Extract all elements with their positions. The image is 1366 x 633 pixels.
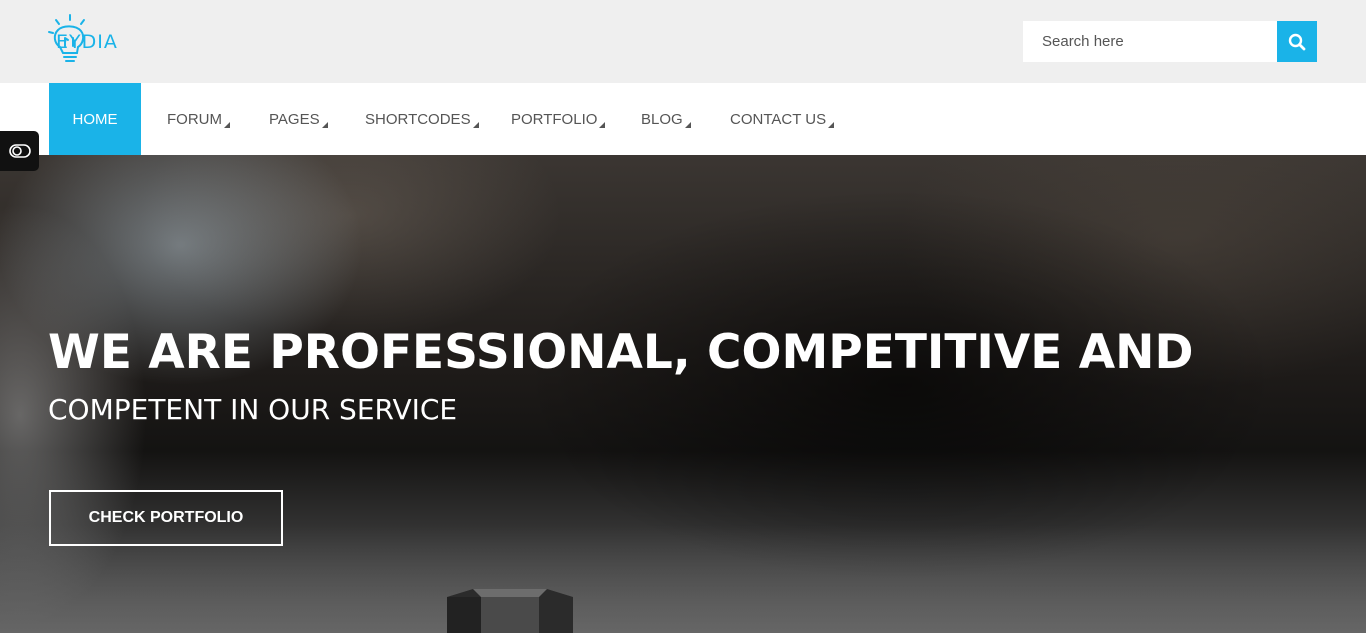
hero-banner: WE ARE PROFESSIONAL, COMPETITIVE AND COM… bbox=[0, 155, 1366, 633]
nav-item-label: BLOG bbox=[641, 110, 683, 128]
main-nav: HOME FORUM PAGES SHORTCODES PORTFOLIO BL… bbox=[0, 83, 1366, 155]
nav-item-label: HOME bbox=[72, 110, 118, 128]
nav-item-blog[interactable]: BLOG bbox=[641, 83, 691, 155]
style-switcher-toggle[interactable] bbox=[0, 131, 39, 171]
submenu-caret-icon bbox=[321, 122, 328, 128]
nav-item-label: PAGES bbox=[269, 110, 320, 128]
nav-item-pages[interactable]: PAGES bbox=[269, 83, 328, 155]
check-portfolio-button[interactable]: CHECK PORTFOLIO bbox=[49, 490, 283, 546]
nav-item-label: SHORTCODES bbox=[365, 110, 471, 128]
nav-item-label: FORUM bbox=[167, 110, 222, 128]
search-button[interactable] bbox=[1277, 21, 1317, 62]
nav-item-home[interactable]: HOME bbox=[49, 83, 141, 155]
submenu-caret-icon bbox=[599, 122, 606, 128]
hero-title: WE ARE PROFESSIONAL, COMPETITIVE AND bbox=[48, 325, 1194, 380]
search-bar bbox=[1023, 21, 1317, 62]
hero-photo-object bbox=[447, 589, 573, 633]
nav-item-forum[interactable]: FORUM bbox=[167, 83, 230, 155]
submenu-caret-icon bbox=[472, 122, 479, 128]
submenu-caret-icon bbox=[828, 122, 835, 128]
logo-text: EYDIA bbox=[56, 31, 118, 53]
submenu-caret-icon bbox=[224, 122, 230, 128]
nav-item-contact-us[interactable]: CONTACT US bbox=[730, 83, 835, 155]
nav-item-label: PORTFOLIO bbox=[511, 110, 598, 128]
toggle-icon bbox=[8, 144, 31, 158]
nav-item-shortcodes[interactable]: SHORTCODES bbox=[365, 83, 479, 155]
nav-item-label: CONTACT US bbox=[730, 110, 827, 128]
search-icon bbox=[1288, 33, 1306, 50]
submenu-caret-icon bbox=[684, 122, 691, 128]
nav-item-portfolio[interactable]: PORTFOLIO bbox=[511, 83, 606, 155]
hero-subtitle: COMPETENT IN OUR SERVICE bbox=[48, 393, 458, 426]
top-header: EYDIA bbox=[0, 0, 1366, 83]
search-input[interactable] bbox=[1023, 21, 1277, 62]
